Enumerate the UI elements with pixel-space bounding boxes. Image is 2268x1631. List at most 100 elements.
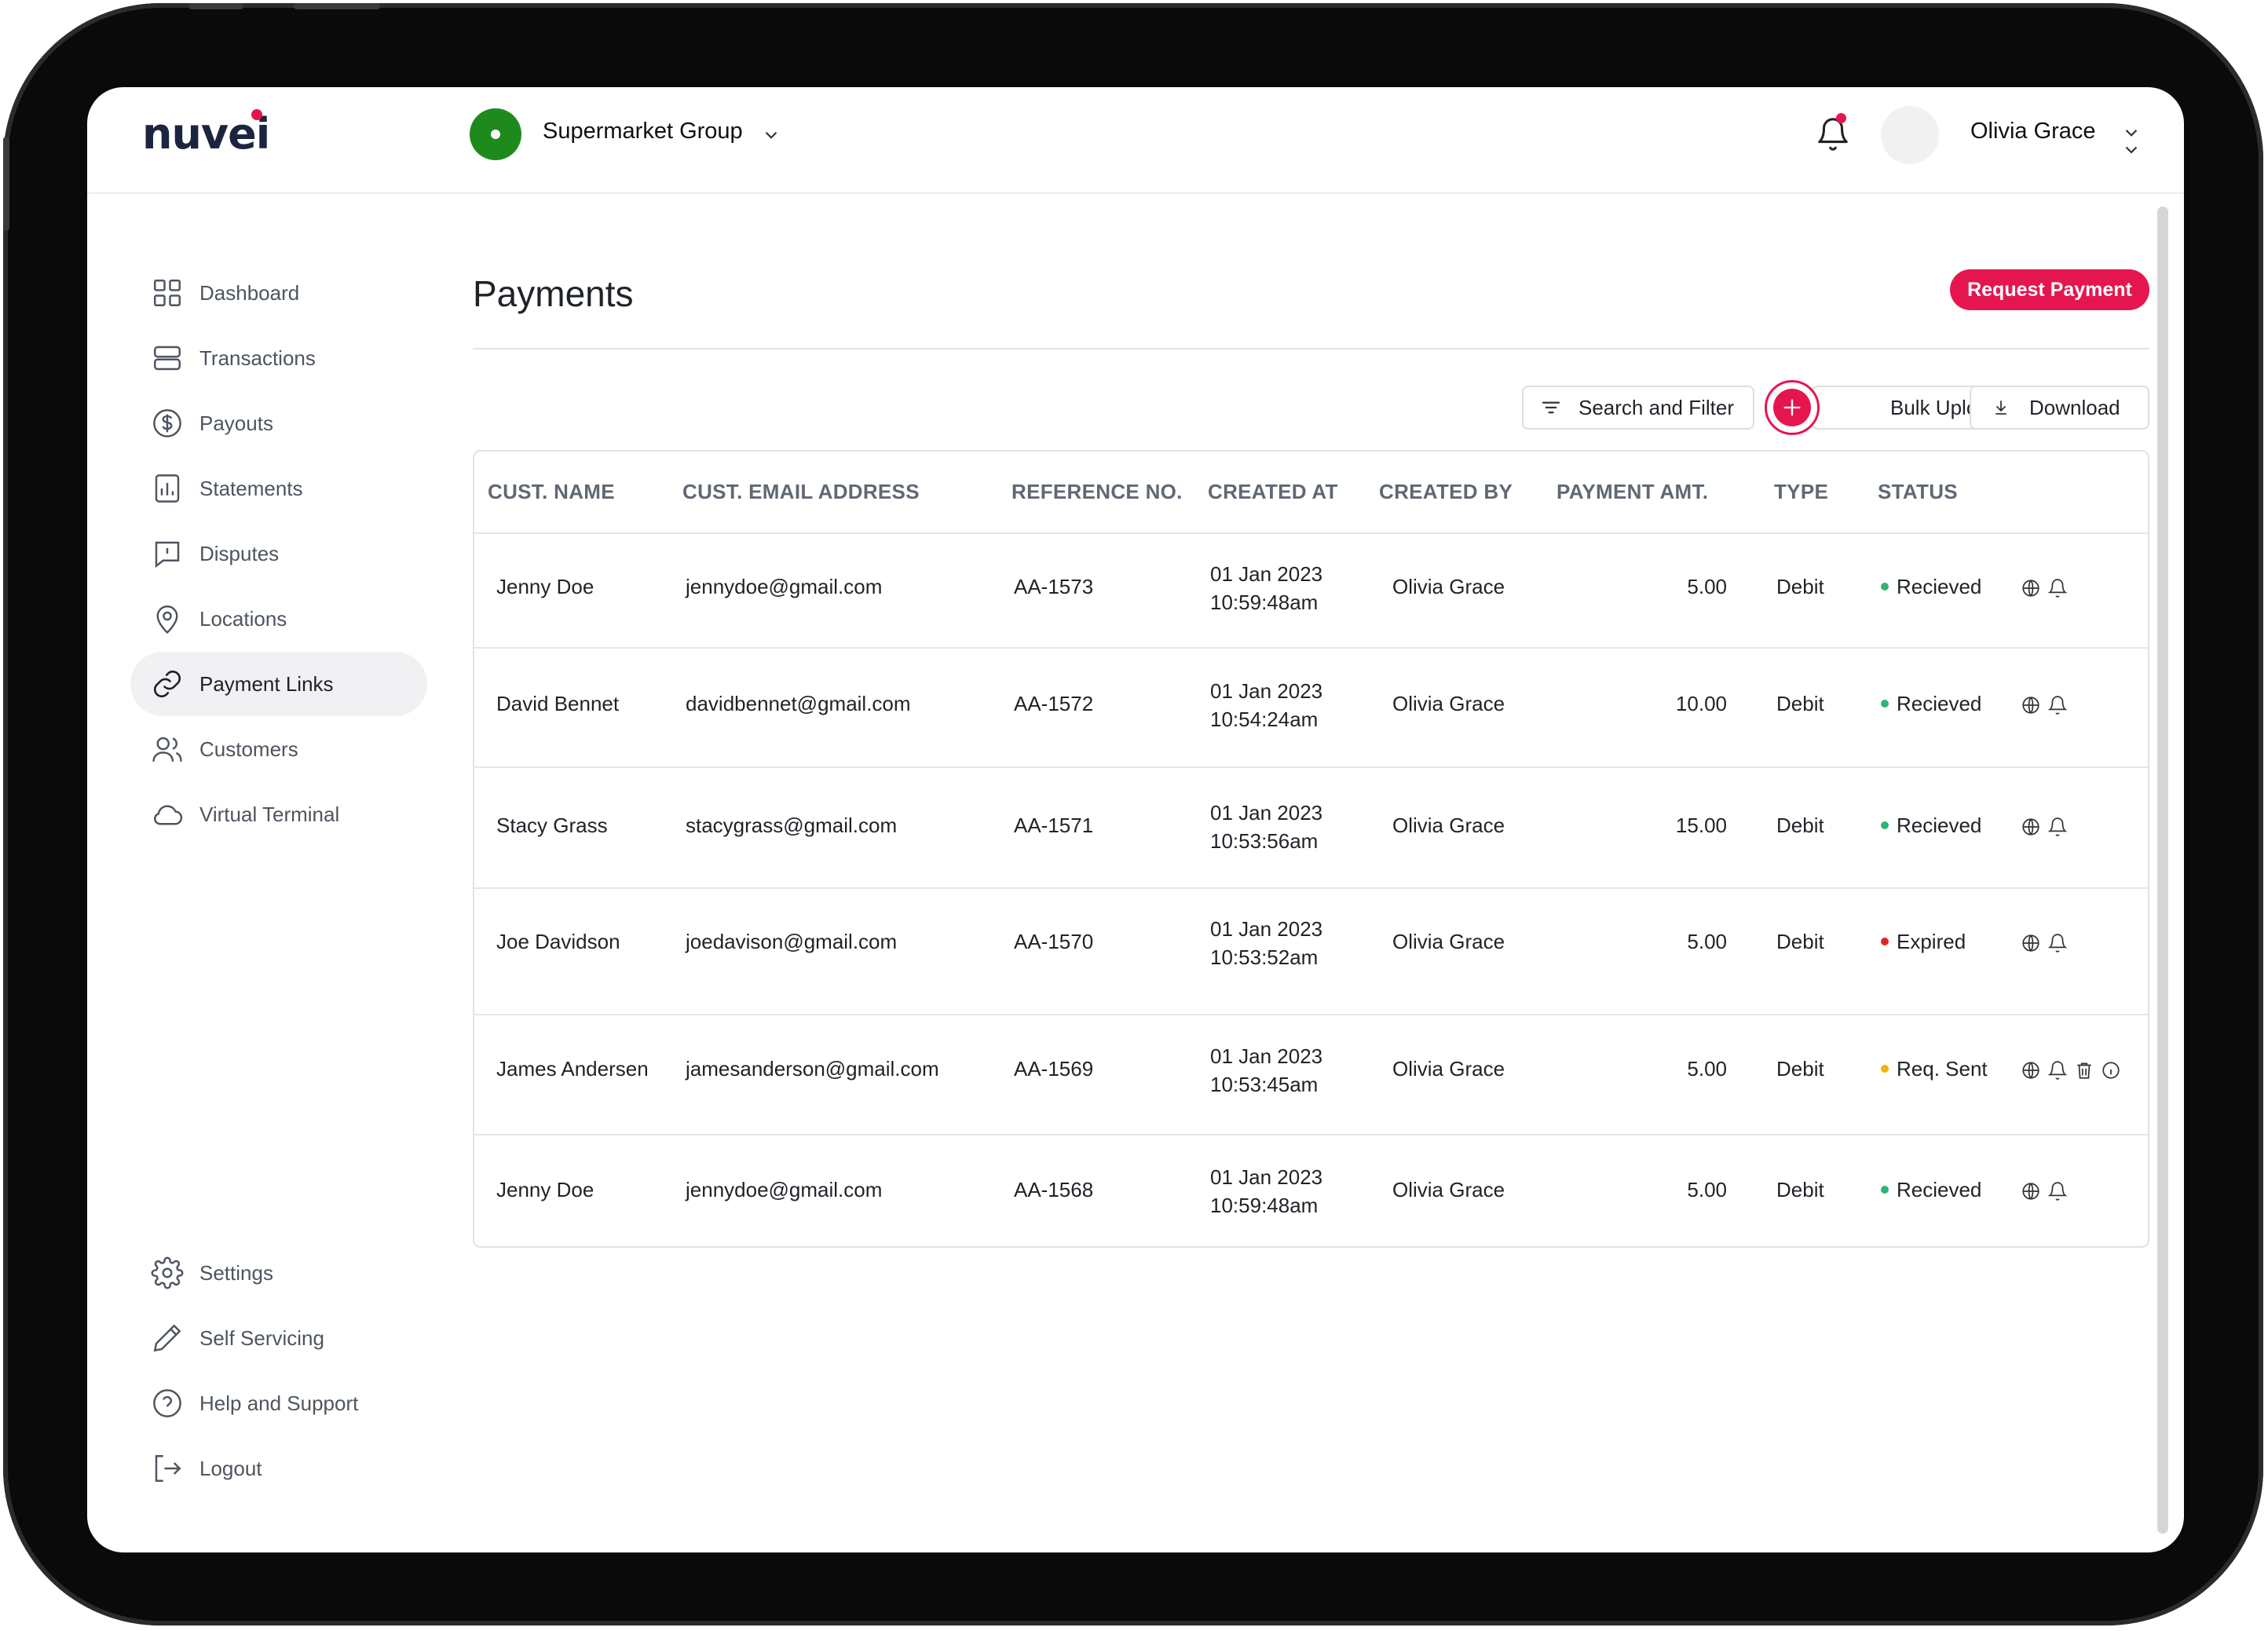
row-divider: [474, 647, 2148, 649]
org-badge-icon[interactable]: [470, 108, 521, 160]
notification-bell-icon[interactable]: [1815, 116, 1851, 152]
column-header-cust-name[interactable]: CUST. NAME: [488, 480, 615, 504]
sidebar-item-self-servicing[interactable]: Self Servicing: [130, 1306, 427, 1370]
bell-icon[interactable]: [2047, 817, 2068, 837]
notification-dot: [1836, 113, 1846, 123]
created-date: 01 Jan 2023: [1210, 679, 1323, 703]
download-label: Download: [2029, 395, 2120, 419]
sidebar-item-label: Customers: [199, 737, 298, 761]
gear-icon: [151, 1256, 184, 1289]
cell-created-by: Olivia Grace: [1392, 692, 1505, 715]
cell-amount: 15.00: [1675, 814, 1727, 837]
chevron-down-icon[interactable]: [761, 125, 781, 145]
created-time: 10:59:48am: [1210, 591, 1319, 614]
sidebar-item-payment-links[interactable]: Payment Links: [130, 652, 427, 716]
sidebar-item-locations[interactable]: Locations: [130, 587, 427, 651]
sidebar-item-help[interactable]: Help and Support: [130, 1371, 427, 1435]
grid-icon: [154, 280, 181, 306]
column-header-payment-amt[interactable]: PAYMENT AMT.: [1557, 480, 1708, 504]
cell-type: Debit: [1776, 575, 1824, 598]
status-label: Recieved: [1897, 1178, 1982, 1201]
sidebar-item-payouts[interactable]: Payouts: [130, 391, 427, 455]
stack-icon: [154, 346, 181, 371]
sidebar-item-dashboard[interactable]: Dashboard: [130, 261, 427, 325]
user-name[interactable]: Olivia Grace: [1970, 119, 2096, 144]
divider: [473, 348, 2149, 349]
search-filter-label: Search and Filter: [1578, 395, 1734, 419]
sidebar-item-transactions[interactable]: Transactions: [130, 326, 427, 390]
org-switcher-name[interactable]: Supermarket Group: [543, 119, 743, 144]
column-header-type[interactable]: TYPE: [1774, 480, 1828, 504]
add-icon[interactable]: [1765, 380, 1820, 435]
cell-email: davidbennet@gmail.com: [686, 692, 911, 715]
cell-cust-name: Joe Davidson: [496, 930, 620, 953]
sidebar-item-label: Help and Support: [199, 1391, 359, 1415]
plus-icon: [1783, 399, 1801, 416]
sidebar-item-logout[interactable]: Logout: [130, 1436, 427, 1501]
column-header-status[interactable]: STATUS: [1878, 480, 1958, 504]
created-date: 01 Jan 2023: [1210, 917, 1323, 941]
page-title: Payments: [473, 273, 634, 314]
created-time: 10:54:24am: [1210, 708, 1319, 731]
cell-cust-name: Stacy Grass: [496, 814, 608, 837]
sidebar-item-settings[interactable]: Settings: [130, 1241, 427, 1305]
cell-created-by: Olivia Grace: [1392, 1057, 1505, 1081]
cell-created-by: Olivia Grace: [1392, 814, 1505, 837]
cell-amount: 5.00: [1687, 1178, 1727, 1201]
row-divider: [474, 887, 2148, 889]
cell-reference: AA-1573: [1014, 575, 1094, 598]
created-date: 01 Jan 2023: [1210, 562, 1323, 586]
chevron-down-icon[interactable]: [2121, 123, 2142, 161]
download-button[interactable]: Download: [1970, 386, 2149, 430]
globe-icon[interactable]: [2021, 578, 2041, 598]
status-badge: Recieved: [1881, 814, 1981, 838]
cell-type: Debit: [1776, 692, 1824, 715]
sidebar-item-label: Disputes: [199, 541, 280, 565]
nuvei-logo[interactable]: nuvei: [142, 109, 270, 159]
scrollbar[interactable]: [2157, 207, 2168, 1534]
status-label: Req. Sent: [1897, 1057, 1988, 1081]
status-badge: Recieved: [1881, 692, 1981, 716]
bell-icon[interactable]: [2047, 1181, 2068, 1201]
globe-icon[interactable]: [2021, 817, 2041, 837]
column-header-reference[interactable]: REFERENCE NO.: [1011, 480, 1183, 504]
column-header-email[interactable]: CUST. EMAIL ADDRESS: [682, 480, 920, 504]
cell-amount: 5.00: [1687, 575, 1727, 598]
sidebar-item-label: Transactions: [199, 346, 316, 370]
sidebar-item-statements[interactable]: Statements: [130, 456, 427, 521]
sidebar-item-label: Payouts: [199, 411, 273, 435]
sidebar-item-label: Self Servicing: [199, 1326, 324, 1350]
sidebar-item-customers[interactable]: Customers: [130, 717, 427, 781]
cell-reference: AA-1569: [1014, 1057, 1094, 1081]
search-filter-button[interactable]: Search and Filter: [1522, 386, 1754, 430]
avatar[interactable]: [1881, 106, 1939, 164]
request-payment-button[interactable]: Request Payment: [1950, 269, 2149, 310]
cell-amount: 5.00: [1687, 930, 1727, 953]
sidebar-item-label: Dashboard: [199, 280, 300, 305]
download-icon: [1995, 400, 2006, 415]
cell-type: Debit: [1776, 1057, 1824, 1081]
bell-icon[interactable]: [2047, 578, 2068, 598]
column-header-created-by[interactable]: CREATED BY: [1379, 480, 1513, 504]
sidebar-item-virtual-terminal[interactable]: Virtual Terminal: [130, 782, 427, 847]
status-label: Recieved: [1897, 575, 1982, 598]
sidebar-item-disputes[interactable]: Disputes: [130, 521, 427, 586]
status-badge: Expired: [1881, 930, 1966, 954]
globe-icon[interactable]: [2021, 1060, 2041, 1081]
column-header-created-at[interactable]: CREATED AT: [1208, 480, 1338, 504]
created-date: 01 Jan 2023: [1210, 1044, 1323, 1068]
globe-icon[interactable]: [2021, 933, 2041, 953]
globe-icon[interactable]: [2021, 695, 2041, 715]
trash-icon[interactable]: [2074, 1060, 2094, 1081]
sidebar-item-label: Logout: [199, 1456, 262, 1480]
bell-icon[interactable]: [2047, 933, 2068, 953]
bell-icon[interactable]: [2047, 1060, 2068, 1081]
map-pin-icon: [156, 605, 178, 634]
cell-created-by: Olivia Grace: [1392, 1178, 1505, 1201]
globe-icon[interactable]: [2021, 1181, 2041, 1201]
cell-cust-name: Jenny Doe: [496, 1178, 594, 1201]
info-icon[interactable]: [2101, 1060, 2121, 1081]
bell-icon[interactable]: [2047, 695, 2068, 715]
sidebar-item-label: Payment Links: [199, 671, 334, 696]
status-badge: Req. Sent: [1881, 1057, 1988, 1081]
